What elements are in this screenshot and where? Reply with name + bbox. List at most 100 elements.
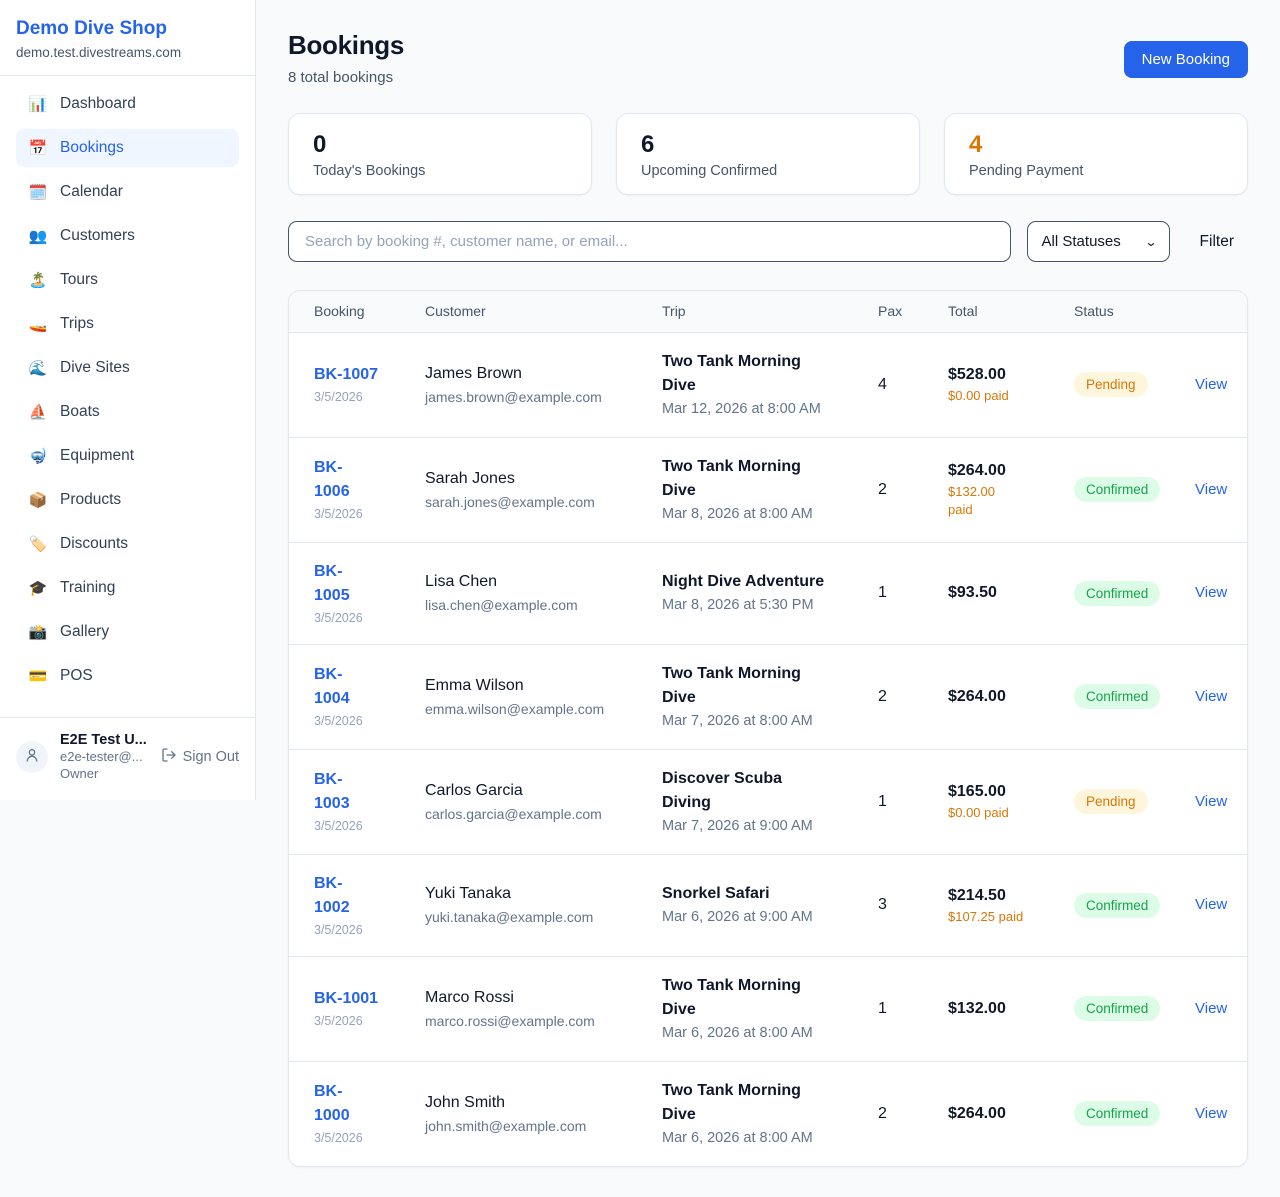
trip-datetime: Mar 8, 2026 at 8:00 AM	[662, 504, 868, 525]
view-link[interactable]: View	[1195, 584, 1227, 601]
sidebar-item-label: Dive Sites	[60, 359, 130, 377]
total-cell: $165.00 $0.00 paid	[948, 749, 1074, 854]
sidebar-item-label: Products	[60, 491, 121, 509]
view-link[interactable]: View	[1195, 1105, 1227, 1122]
sidebar-item-boats[interactable]: ⛵Boats	[16, 393, 239, 431]
total-amount: $264.00	[948, 460, 1064, 482]
status-badge: Confirmed	[1074, 684, 1160, 709]
view-link[interactable]: View	[1195, 896, 1227, 913]
sign-out-icon	[161, 747, 177, 767]
total-amount: $264.00	[948, 1103, 1064, 1125]
booking-number-link[interactable]: BK-1001	[314, 987, 378, 1011]
booking-number-link[interactable]: BK- 1004	[314, 663, 350, 711]
sidebar-item-equipment[interactable]: 🤿Equipment	[16, 437, 239, 475]
sidebar: Demo Dive Shop demo.test.divestreams.com…	[0, 0, 256, 800]
sidebar-item-dive-sites[interactable]: 🌊 Dive Sites	[16, 349, 239, 387]
customer-cell: Lisa Chen lisa.chen@example.com	[425, 542, 662, 644]
sign-out-label: Sign Out	[183, 749, 239, 765]
booking-date: 3/5/2026	[314, 505, 415, 523]
customer-email: sarah.jones@example.com	[425, 492, 652, 512]
trip-name: Night Dive Adventure	[662, 570, 832, 594]
view-link[interactable]: View	[1195, 481, 1227, 498]
booking-number-link[interactable]: BK- 1006	[314, 456, 350, 504]
sidebar-item-trips[interactable]: 🚤 Trips	[16, 305, 239, 343]
sidebar-item-label: Dashboard	[60, 95, 136, 113]
sidebar-item-label: Gallery	[60, 623, 109, 641]
sidebar-item-gallery[interactable]: 📸Gallery	[16, 613, 239, 651]
pax-count: 2	[878, 688, 887, 705]
customer-name: Marco Rossi	[425, 987, 652, 1009]
status-cell: Confirmed	[1074, 542, 1195, 644]
filter-button[interactable]: Filter	[1186, 233, 1248, 251]
dive-sites-icon: 🌊	[28, 359, 48, 377]
booking-number-link[interactable]: BK- 1000	[314, 1080, 350, 1128]
view-link[interactable]: View	[1195, 1000, 1227, 1017]
sidebar-item-label: POS	[60, 667, 93, 685]
bookings-table-card: BookingCustomerTripPaxTotalStatus BK-100…	[288, 290, 1248, 1167]
action-cell: View	[1195, 437, 1248, 542]
customer-name: Sarah Jones	[425, 468, 652, 490]
total-amount: $528.00	[948, 364, 1064, 386]
pax-cell: 1	[878, 956, 948, 1061]
dashboard-icon: 📊	[28, 95, 48, 113]
trip-cell: Night Dive Adventure Mar 8, 2026 at 5:30…	[662, 542, 878, 644]
sidebar-item-pos[interactable]: 💳 POS	[16, 657, 239, 695]
view-link[interactable]: View	[1195, 793, 1227, 810]
training-icon: 🎓	[28, 579, 48, 597]
status-badge: Pending	[1074, 372, 1148, 397]
customer-email: james.brown@example.com	[425, 387, 652, 407]
brand-block: Demo Dive Shop demo.test.divestreams.com	[0, 0, 255, 76]
column-header: Total	[948, 291, 1074, 332]
booking-number-link[interactable]: BK- 1005	[314, 560, 350, 608]
sidebar-item-training[interactable]: 🎓Training	[16, 569, 239, 607]
booking-number-link[interactable]: BK-1007	[314, 363, 378, 387]
view-link[interactable]: View	[1195, 688, 1227, 705]
sidebar-item-discounts[interactable]: 🏷️Discounts	[16, 525, 239, 563]
status-cell: Confirmed	[1074, 1061, 1195, 1166]
tours-icon: 🏝️	[28, 271, 48, 289]
pos-icon: 💳	[28, 667, 48, 685]
customer-email: yuki.tanaka@example.com	[425, 907, 652, 927]
status-badge: Confirmed	[1074, 1101, 1160, 1126]
customer-name: Carlos Garcia	[425, 780, 652, 802]
sidebar-item-products[interactable]: 📦Products	[16, 481, 239, 519]
pax-cell: 1	[878, 542, 948, 644]
stat-value: 4	[969, 130, 1223, 160]
trip-name: Snorkel Safari	[662, 882, 832, 906]
action-cell: View	[1195, 644, 1248, 749]
trip-cell: Two Tank Morning Dive Mar 6, 2026 at 8:0…	[662, 956, 878, 1061]
pax-cell: 4	[878, 332, 948, 437]
status-filter-select[interactable]: All Statuses ⌄	[1027, 221, 1170, 262]
sidebar-user-footer: E2E Test U... e2e-tester@... Owner Sign …	[0, 717, 255, 800]
sign-out-button[interactable]: Sign Out	[161, 747, 239, 767]
column-header	[1195, 291, 1248, 332]
trip-name: Two Tank Morning Dive	[662, 350, 832, 398]
sidebar-item-bookings[interactable]: 📅Bookings	[16, 129, 239, 167]
view-link[interactable]: View	[1195, 376, 1227, 393]
total-cell: $264.00	[948, 1061, 1074, 1166]
user-role: Owner	[60, 765, 149, 782]
status-filter-value: All Statuses	[1042, 233, 1121, 250]
search-input[interactable]	[288, 221, 1011, 262]
total-cell: $93.50	[948, 542, 1074, 644]
sidebar-item-label: Trips	[60, 315, 94, 333]
customer-cell: Marco Rossi marco.rossi@example.com	[425, 956, 662, 1061]
booking-number-link[interactable]: BK- 1003	[314, 768, 350, 816]
customers-icon: 👥	[28, 227, 48, 245]
table-header: BookingCustomerTripPaxTotalStatus	[289, 291, 1248, 332]
sidebar-item-dashboard[interactable]: 📊 Dashboard	[16, 85, 239, 123]
sidebar-item-calendar[interactable]: 🗓️Calendar	[16, 173, 239, 211]
pax-cell: 1	[878, 749, 948, 854]
pax-count: 1	[878, 793, 887, 810]
booking-number-link[interactable]: BK- 1002	[314, 872, 350, 920]
page-title: Bookings	[288, 30, 404, 61]
status-cell: Confirmed	[1074, 956, 1195, 1061]
trips-icon: 🚤	[28, 315, 48, 333]
column-header: Trip	[662, 291, 878, 332]
total-amount: $165.00	[948, 781, 1064, 803]
sidebar-item-tours[interactable]: 🏝️Tours	[16, 261, 239, 299]
sidebar-item-customers[interactable]: 👥Customers	[16, 217, 239, 255]
booking-cell: BK- 1003 3/5/2026	[289, 749, 425, 854]
table-row: BK- 1002 3/5/2026 Yuki Tanaka yuki.tanak…	[289, 854, 1248, 956]
new-booking-button[interactable]: New Booking	[1124, 41, 1248, 78]
